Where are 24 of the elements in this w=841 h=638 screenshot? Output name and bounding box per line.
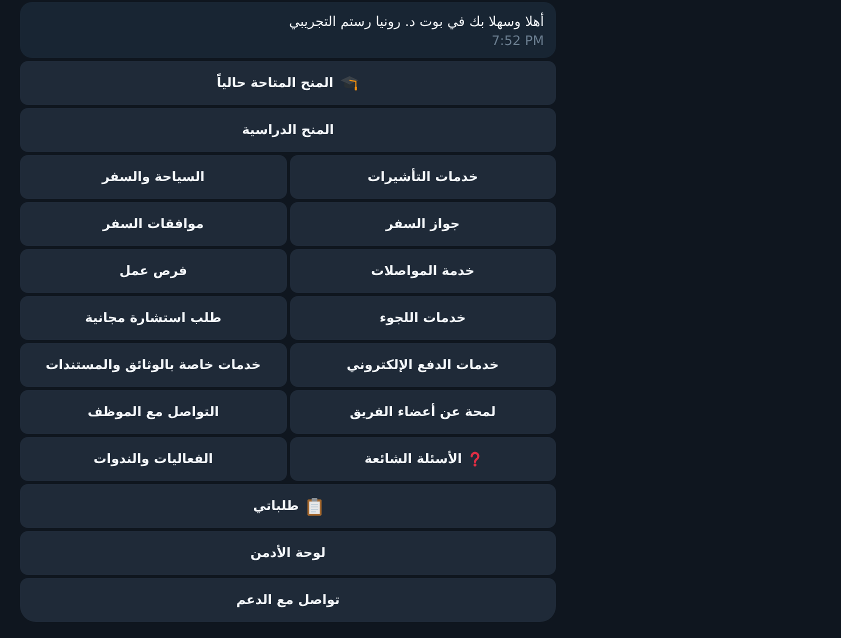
keyboard-button[interactable]: طلب استشارة مجانية [20,296,286,340]
keyboard-button[interactable]: موافقات السفر [20,202,286,246]
keyboard-button[interactable]: خدمات خاصة بالوثائق والمستندات [20,343,286,387]
keyboard-button[interactable]: خدمات التأشيرات [290,155,556,199]
keyboard-button[interactable]: المنح الدراسية [20,108,556,152]
message-time: 7:52 PM [492,33,544,50]
keyboard-button[interactable]: المنح المتاحة حالياً [20,61,556,105]
keyboard-button[interactable]: طلباتي [20,484,556,528]
keyboard-button[interactable]: خدمة المواصلات [290,249,556,293]
keyboard-button[interactable]: خدمات اللجوء [290,296,556,340]
keyboard-button[interactable]: الأسئلة الشائعة [290,437,556,481]
keyboard-button[interactable]: خدمات الدفع الإلكتروني [290,343,556,387]
keyboard-button[interactable]: لوحة الأدمن [20,531,556,575]
keyboard-button[interactable]: الفعاليات والندوات [20,437,286,481]
keyboard-button[interactable]: تواصل مع الدعم [20,578,556,622]
message-text: أهلا وسهلا بك في بوت د. رونيا رستم التجريبي [288,12,544,32]
keyboard-button[interactable]: فرص عمل [20,249,286,293]
keyboard-button[interactable]: جواز السفر [290,202,556,246]
keyboard-button[interactable]: لمحة عن أعضاء الفريق [290,390,556,434]
graduation-cap-icon [340,75,360,91]
question-mark-icon [469,451,481,467]
clipboard-icon [306,496,323,516]
keyboard-button[interactable]: السياحة والسفر [20,155,286,199]
keyboard-button[interactable]: التواصل مع الموظف [20,390,286,434]
